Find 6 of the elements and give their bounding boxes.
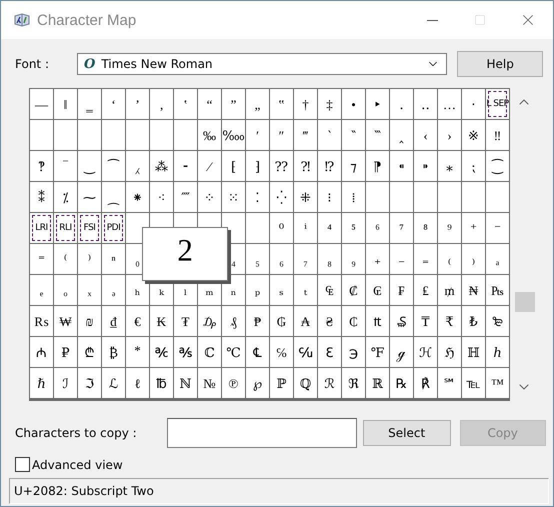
copy-label: Characters to copy : [15,426,137,440]
font-label: Font : [15,57,49,71]
window-title: Character Map [37,12,138,28]
status-bar: U+2082: Subscript Two [9,478,549,504]
advanced-view-label: Advanced view [32,458,123,472]
magnified-character: ₂ [176,228,194,264]
